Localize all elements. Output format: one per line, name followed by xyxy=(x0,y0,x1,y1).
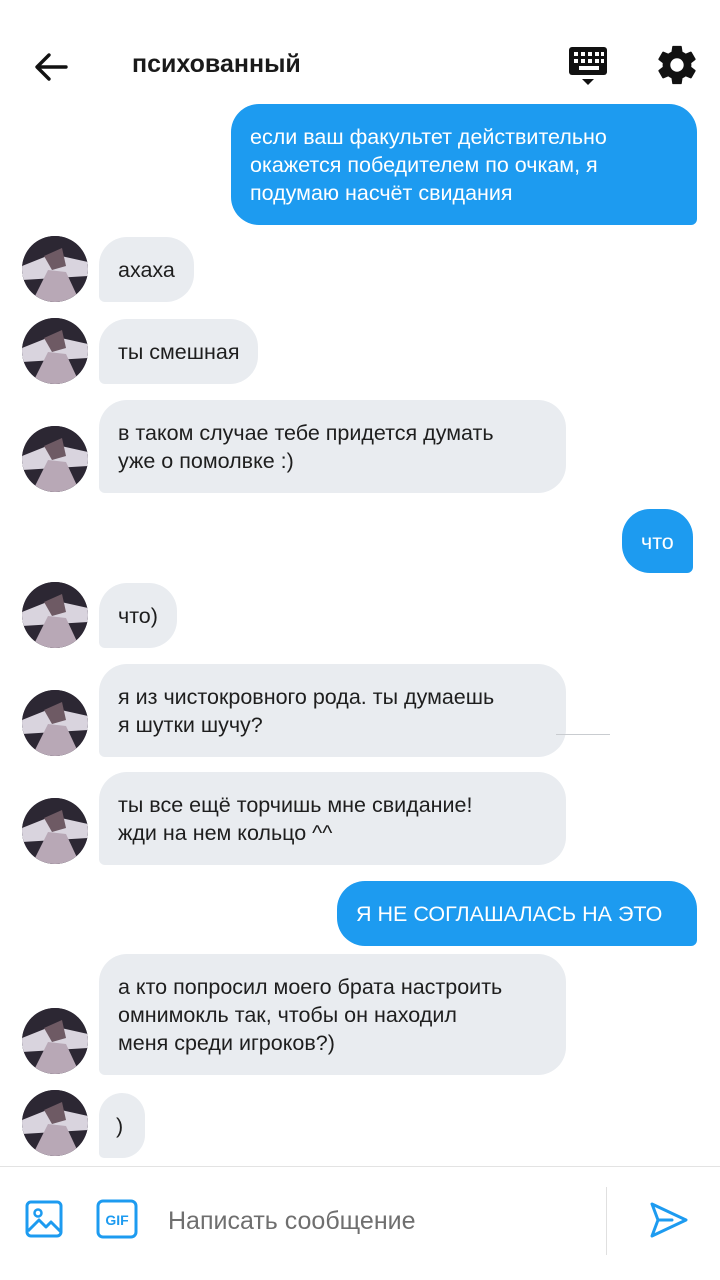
image-icon xyxy=(25,1200,63,1238)
message-bubble-outgoing[interactable]: если ваш факультет действительно окажетс… xyxy=(231,104,697,225)
message-bubble-incoming[interactable]: в таком случае тебе придется думать уже … xyxy=(99,400,566,493)
avatar[interactable] xyxy=(22,582,88,648)
avatar[interactable] xyxy=(22,690,88,756)
send-icon xyxy=(650,1202,688,1238)
composer-divider xyxy=(606,1187,607,1255)
avatar[interactable] xyxy=(22,318,88,384)
avatar-image xyxy=(22,1090,88,1156)
message-bubble-incoming[interactable]: что) xyxy=(99,583,177,648)
avatar[interactable] xyxy=(22,236,88,302)
avatar[interactable] xyxy=(22,1008,88,1074)
avatar-image xyxy=(22,582,88,648)
send-button[interactable] xyxy=(648,1199,690,1241)
avatar[interactable] xyxy=(22,426,88,492)
message-bubble-outgoing[interactable]: что xyxy=(622,509,693,573)
avatar-image xyxy=(22,236,88,302)
message-bubble-incoming[interactable]: ты смешная xyxy=(99,319,259,384)
avatar-image xyxy=(22,798,88,864)
avatar-image xyxy=(22,690,88,756)
avatar-image xyxy=(22,1008,88,1074)
avatar[interactable] xyxy=(22,1090,88,1156)
gif-label: GIF xyxy=(105,1212,129,1228)
message-bubble-outgoing[interactable]: Я НЕ СОГЛАШАЛАСЬ НА ЭТО xyxy=(337,881,697,946)
message-composer: GIF xyxy=(0,1166,720,1280)
message-bubble-incoming[interactable]: я из чистокровного рода. ты думаешь я шу… xyxy=(99,664,566,757)
divider-line xyxy=(556,734,610,735)
message-bubble-incoming[interactable]: ) xyxy=(99,1093,145,1158)
message-input[interactable] xyxy=(168,1197,588,1245)
message-list[interactable]: если ваш факультет действительно окажетс… xyxy=(0,0,720,1166)
avatar-image xyxy=(22,426,88,492)
message-bubble-incoming[interactable]: ахаха xyxy=(99,237,194,302)
avatar[interactable] xyxy=(22,798,88,864)
add-image-button[interactable] xyxy=(24,1199,64,1239)
add-gif-button[interactable]: GIF xyxy=(96,1199,138,1239)
gif-icon: GIF xyxy=(96,1199,138,1239)
message-bubble-incoming[interactable]: ты все ещё торчишь мне свидание! жди на … xyxy=(99,772,566,865)
message-bubble-incoming[interactable]: а кто попросил моего брата настроить омн… xyxy=(99,954,566,1075)
avatar-image xyxy=(22,318,88,384)
